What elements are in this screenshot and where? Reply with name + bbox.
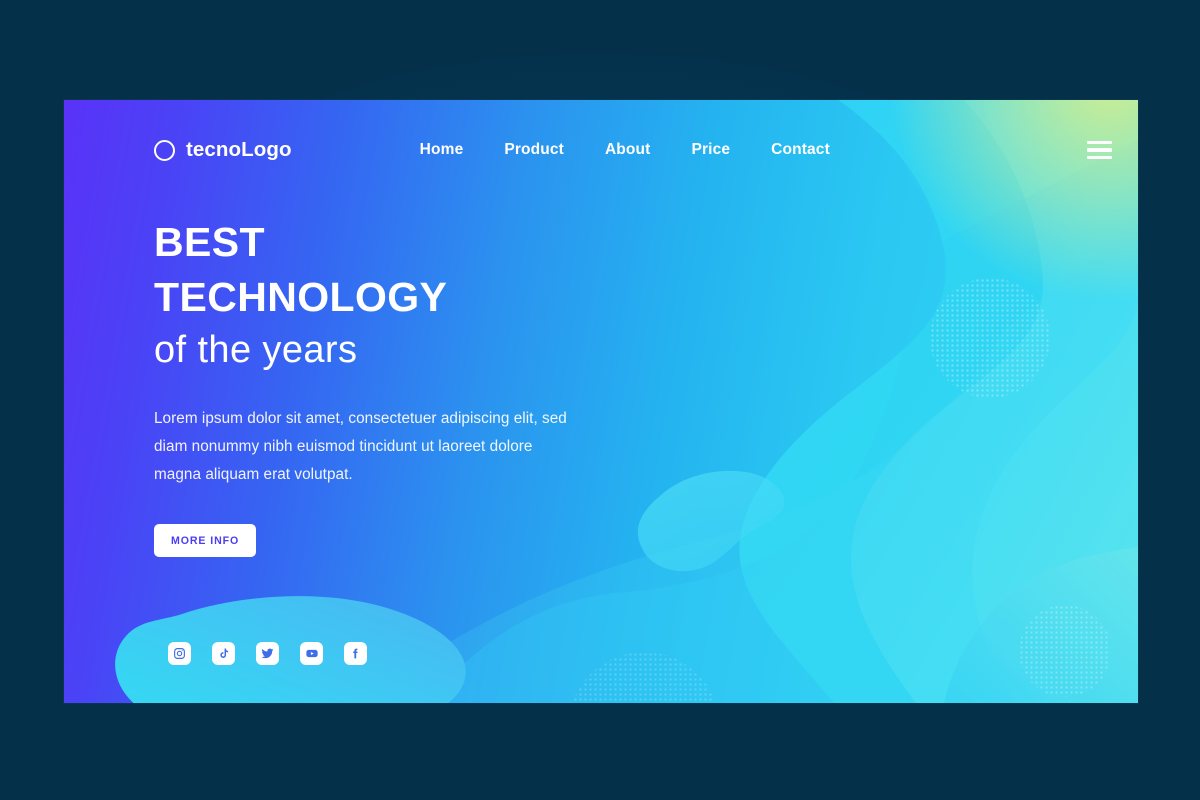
hero-heading-line-3: of the years [154,329,358,371]
nav-link-price[interactable]: Price [691,141,730,159]
hamburger-menu-icon[interactable] [1087,140,1112,160]
brand-logo[interactable]: tecnoLogo [154,138,292,162]
brand-name: tecnoLogo [186,138,292,161]
nav-link-product[interactable]: Product [504,141,564,159]
navbar: tecnoLogo Home Product About Price Conta… [64,100,1138,200]
hero-heading-line-1: BEST [154,219,265,265]
hamburger-bar [1087,140,1112,145]
circle-outline-icon [154,139,175,161]
nav-link-about[interactable]: About [605,141,651,159]
hamburger-bar [1087,148,1112,152]
facebook-icon[interactable] [344,642,367,665]
page-backdrop: tecnoLogo Home Product About Price Conta… [0,0,1200,800]
nav-link-contact[interactable]: Contact [771,141,830,159]
instagram-icon[interactable] [168,642,191,665]
hamburger-bar [1087,155,1112,160]
youtube-icon[interactable] [300,642,323,665]
hero-heading-line-2: TECHNOLOGY [154,274,448,320]
more-info-button[interactable]: MORE INFO [154,524,257,558]
twitter-icon[interactable] [256,642,279,665]
hero-paragraph: Lorem ipsum dolor sit amet, consectetuer… [154,410,567,483]
nav-links: Home Product About Price Contact [420,141,830,159]
hero-content: BEST TECHNOLOGY of the years Lorem ipsum… [154,219,624,558]
hero-panel: tecnoLogo Home Product About Price Conta… [64,100,1138,703]
tiktok-icon[interactable] [212,642,235,665]
nav-link-home[interactable]: Home [420,141,464,159]
social-links-blob [112,596,472,703]
social-icon-row [168,642,367,665]
